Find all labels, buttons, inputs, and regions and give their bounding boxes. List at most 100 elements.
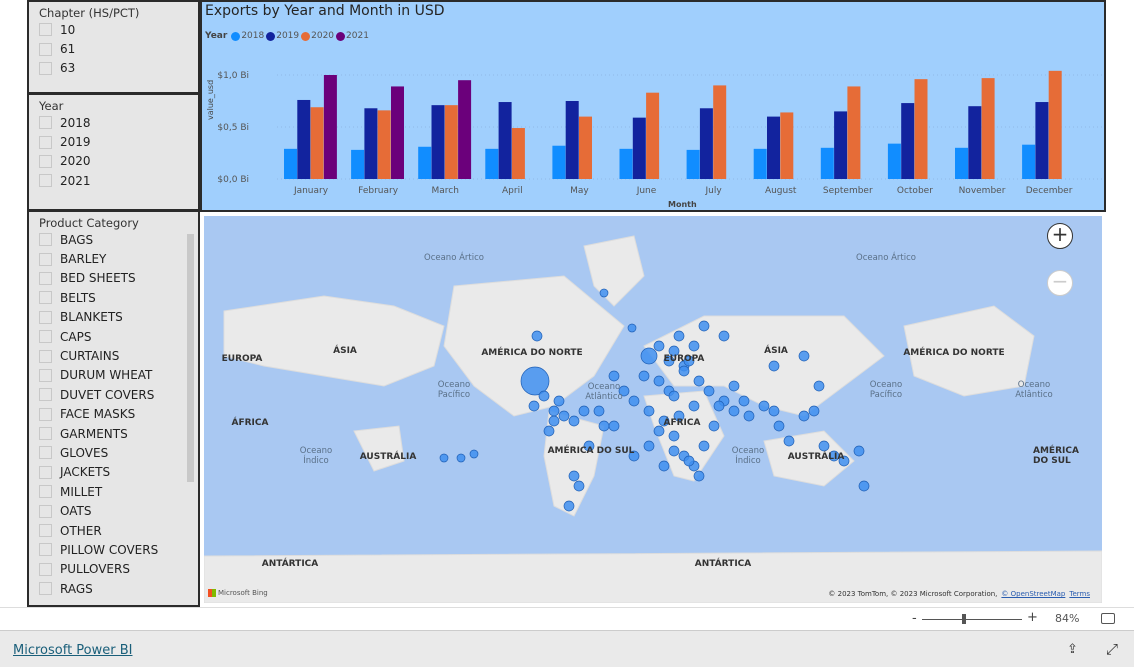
map-bubble[interactable] [643,405,655,417]
checkbox[interactable] [39,174,52,188]
bar-2021-January[interactable] [323,75,337,179]
checkbox[interactable] [39,154,52,168]
checkbox[interactable] [39,42,52,56]
map-bubble[interactable] [528,400,540,412]
slicer-item[interactable]: BELTS [29,288,198,307]
map-zoom-out-button[interactable]: − [1047,270,1073,296]
osm-link[interactable]: © OpenStreetMap [1001,590,1065,598]
bar-2018-August[interactable] [753,148,767,179]
map-bubble[interactable] [563,500,575,512]
map-bubble[interactable] [818,440,830,452]
checkbox[interactable] [39,446,52,460]
slicer-item[interactable]: GLOVES [29,443,198,462]
checkbox[interactable] [39,310,52,324]
slicer-item[interactable]: BARLEY [29,249,198,268]
map-bubble[interactable] [553,395,565,407]
checkbox[interactable] [39,116,52,130]
bar-2020-July[interactable] [713,85,727,179]
map-bubble[interactable] [808,405,820,417]
power-bi-link[interactable]: Microsoft Power BI [13,643,132,658]
map-bubble[interactable] [653,425,665,437]
map-bubble[interactable] [673,330,685,342]
map-bubble[interactable] [469,449,479,459]
slicer-item[interactable]: CAPS [29,327,198,346]
map-bubble[interactable] [783,435,795,447]
terms-link[interactable]: Terms [1069,590,1090,598]
checkbox[interactable] [39,252,52,266]
checkbox[interactable] [39,330,52,344]
bar-2021-March[interactable] [458,80,472,179]
bar-2020-December[interactable] [1048,70,1062,179]
map-bubble[interactable] [758,400,770,412]
map-bubble[interactable] [813,380,825,392]
map-bubble[interactable] [858,480,870,492]
bar-2019-November[interactable] [968,106,982,179]
bar-2018-January[interactable] [284,148,297,179]
map-bubble[interactable] [548,405,560,417]
bar-2019-April[interactable] [498,102,512,179]
map-bubble[interactable] [668,390,680,402]
slicer-item[interactable]: 2020 [29,152,198,171]
checkbox[interactable] [39,271,52,285]
bar-2019-July[interactable] [699,108,713,179]
map-bubble[interactable] [578,405,590,417]
slicer-item[interactable]: PULLOVERS [29,560,198,579]
map-bubble[interactable] [773,420,785,432]
map-bubble[interactable] [538,390,550,402]
map-bubble[interactable] [853,445,865,457]
map-bubble[interactable] [698,320,710,332]
bar-2020-March[interactable] [444,105,458,179]
bar-2020-January[interactable] [310,107,324,179]
map-bubble[interactable] [798,350,810,362]
zoom-out-button[interactable]: - [912,611,917,626]
zoom-in-button[interactable]: + [1027,610,1038,625]
map-bubble[interactable] [703,385,715,397]
bar-2019-May[interactable] [565,101,579,179]
slicer-item[interactable]: BAGS [29,230,198,249]
map-bubble[interactable] [439,453,449,463]
checkbox[interactable] [39,291,52,305]
bar-2018-February[interactable] [351,149,365,179]
map-bubble[interactable] [728,380,740,392]
checkbox[interactable] [39,349,52,363]
checkbox[interactable] [39,504,52,518]
map-bubble[interactable] [640,347,658,365]
map-bubble[interactable] [688,340,700,352]
slicer-item[interactable]: OTHER [29,521,198,540]
share-icon[interactable]: ⇪ [1067,642,1078,657]
map-bubble[interactable] [718,330,730,342]
slicer-item[interactable]: GARMENTS [29,424,198,443]
slicer-item[interactable]: 2019 [29,132,198,151]
checkbox[interactable] [39,562,52,576]
map-bubble[interactable] [558,410,570,422]
checkbox[interactable] [39,543,52,557]
map-bubble[interactable] [593,405,605,417]
bar-2020-April[interactable] [511,128,525,179]
map-bubble[interactable] [688,400,700,412]
slicer-item[interactable]: 10 [29,20,198,39]
bar-2018-April[interactable] [485,148,499,179]
checkbox[interactable] [39,427,52,441]
map-bubble[interactable] [608,370,620,382]
zoom-slider[interactable] [922,619,1022,620]
bar-2019-January[interactable] [297,99,311,179]
bar-2019-August[interactable] [767,116,780,179]
checkbox[interactable] [39,582,52,596]
checkbox[interactable] [39,233,52,247]
map-bubble[interactable] [798,410,810,422]
slicer-item[interactable]: BLANKETS [29,308,198,327]
map-bubble[interactable] [456,453,466,463]
world-map[interactable] [204,216,1102,603]
map-zoom-in-button[interactable]: + [1047,223,1073,249]
slicer-item[interactable]: FACE MASKS [29,405,198,424]
map-bubble[interactable] [599,288,609,298]
scrollbar[interactable] [187,234,194,482]
bar-2020-February[interactable] [377,110,391,179]
map-bubble[interactable] [643,440,655,452]
bar-2020-May[interactable] [579,116,592,179]
map-bubble[interactable] [768,405,780,417]
bar-2018-June[interactable] [619,148,633,179]
map-bubble[interactable] [728,405,740,417]
bar-2020-June[interactable] [646,92,660,179]
map-bubble[interactable] [708,420,720,432]
